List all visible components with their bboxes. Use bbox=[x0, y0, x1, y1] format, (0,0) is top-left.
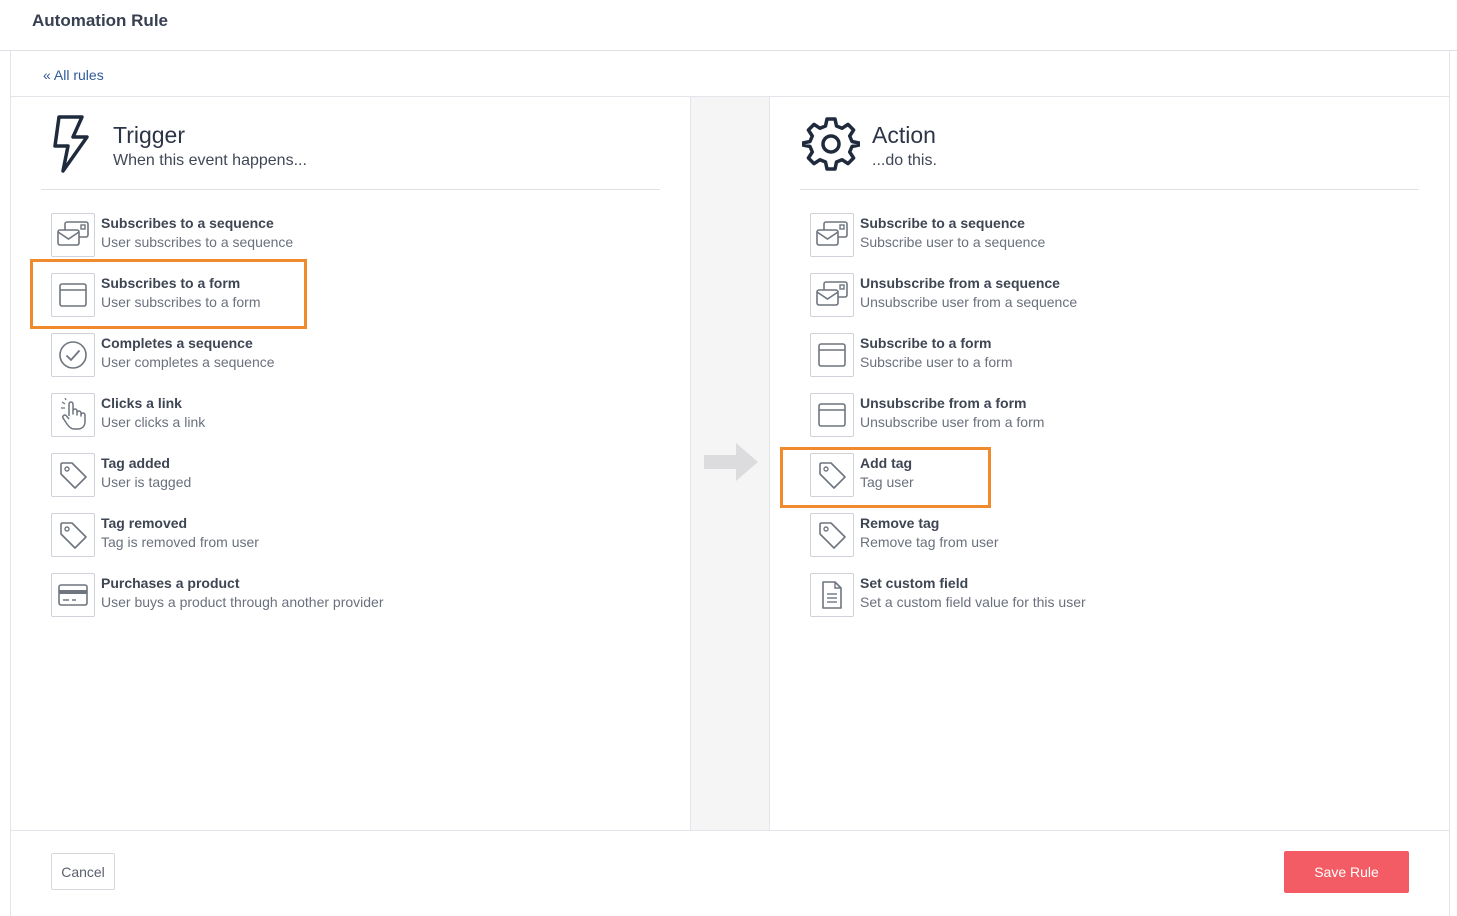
action-option-subscribe-form[interactable]: Subscribe to a form Subscribe user to a … bbox=[810, 333, 1330, 377]
option-desc: User subscribes to a sequence bbox=[101, 234, 294, 250]
document-icon bbox=[810, 573, 854, 617]
option-title: Add tag bbox=[860, 455, 913, 471]
option-desc: User is tagged bbox=[101, 474, 192, 490]
trigger-header: Trigger When this event happens... bbox=[41, 97, 660, 190]
action-header: Action ...do this. bbox=[800, 97, 1419, 190]
save-rule-button[interactable]: Save Rule bbox=[1284, 851, 1409, 893]
trigger-title: Trigger bbox=[113, 122, 185, 148]
credit-card-icon bbox=[51, 573, 95, 617]
option-desc: Tag is removed from user bbox=[101, 534, 259, 550]
option-title: Unsubscribe from a sequence bbox=[860, 275, 1060, 291]
option-desc: Subscribe user to a form bbox=[860, 354, 1013, 370]
action-option-unsubscribe-form[interactable]: Unsubscribe from a form Unsubscribe user… bbox=[810, 393, 1330, 437]
trigger-subtitle: When this event happens... bbox=[113, 152, 307, 169]
option-desc: User completes a sequence bbox=[101, 354, 275, 370]
tag-icon bbox=[810, 513, 854, 557]
option-desc: Tag user bbox=[860, 474, 914, 490]
lightning-bolt-icon bbox=[53, 115, 89, 173]
action-option-subscribe-sequence[interactable]: Subscribe to a sequence Subscribe user t… bbox=[810, 213, 1330, 257]
action-subtitle: ...do this. bbox=[872, 152, 937, 169]
tag-icon bbox=[51, 453, 95, 497]
option-title: Clicks a link bbox=[101, 395, 182, 411]
trigger-option-clicks-link[interactable]: Clicks a link User clicks a link bbox=[51, 393, 571, 437]
option-title: Remove tag bbox=[860, 515, 940, 531]
trigger-option-tag-removed[interactable]: Tag removed Tag is removed from user bbox=[51, 513, 571, 557]
form-window-icon bbox=[810, 333, 854, 377]
option-title: Purchases a product bbox=[101, 575, 240, 591]
option-desc: User clicks a link bbox=[101, 414, 206, 430]
option-title: Tag added bbox=[101, 455, 170, 471]
trigger-option-completes-sequence[interactable]: Completes a sequence User completes a se… bbox=[51, 333, 571, 377]
sequence-envelope-icon bbox=[810, 273, 854, 317]
flow-separator bbox=[690, 97, 770, 830]
sequence-envelope-icon bbox=[810, 213, 854, 257]
option-title: Subscribes to a sequence bbox=[101, 215, 274, 231]
arrow-right-icon bbox=[704, 443, 758, 481]
option-title: Completes a sequence bbox=[101, 335, 253, 351]
top-bar: Automation Rule bbox=[0, 0, 1457, 51]
option-desc: Remove tag from user bbox=[860, 534, 999, 550]
option-desc: User subscribes to a form bbox=[101, 294, 261, 310]
tag-icon bbox=[810, 453, 854, 497]
trigger-option-subscribes-sequence[interactable]: Subscribes to a sequence User subscribes… bbox=[51, 213, 571, 257]
footer-divider bbox=[11, 830, 1449, 831]
trigger-option-tag-added[interactable]: Tag added User is tagged bbox=[51, 453, 571, 497]
option-title: Tag removed bbox=[101, 515, 188, 531]
trigger-option-purchases-product[interactable]: Purchases a product User buys a product … bbox=[51, 573, 571, 617]
option-desc: Subscribe user to a sequence bbox=[860, 234, 1046, 250]
trigger-panel: Trigger When this event happens... bbox=[41, 97, 660, 190]
form-window-icon bbox=[810, 393, 854, 437]
action-title: Action bbox=[872, 122, 936, 148]
option-desc: User buys a product through another prov… bbox=[101, 594, 384, 610]
pointer-hand-icon bbox=[51, 393, 95, 437]
option-desc: Unsubscribe user from a sequence bbox=[860, 294, 1078, 310]
action-option-set-custom-field[interactable]: Set custom field Set a custom field valu… bbox=[810, 573, 1330, 617]
action-panel: Action ...do this. bbox=[800, 97, 1419, 190]
action-option-remove-tag[interactable]: Remove tag Remove tag from user bbox=[810, 513, 1330, 557]
sequence-envelope-icon bbox=[51, 213, 95, 257]
all-rules-link[interactable]: « All rules bbox=[43, 67, 104, 83]
action-option-add-tag[interactable]: Add tag Tag user bbox=[810, 453, 1330, 497]
tag-icon bbox=[51, 513, 95, 557]
trigger-option-subscribes-form[interactable]: Subscribes to a form User subscribes to … bbox=[51, 273, 571, 317]
option-title: Subscribes to a form bbox=[101, 275, 241, 291]
option-title: Set custom field bbox=[860, 575, 969, 591]
option-title: Subscribe to a sequence bbox=[860, 215, 1025, 231]
gear-icon bbox=[802, 117, 860, 171]
option-desc: Set a custom field value for this user bbox=[860, 594, 1086, 610]
option-title: Subscribe to a form bbox=[860, 335, 992, 351]
page-title: Automation Rule bbox=[32, 11, 168, 30]
form-window-icon bbox=[51, 273, 95, 317]
cancel-button[interactable]: Cancel bbox=[51, 853, 115, 890]
check-circle-icon bbox=[51, 333, 95, 377]
option-desc: Unsubscribe user from a form bbox=[860, 414, 1045, 430]
option-title: Unsubscribe from a form bbox=[860, 395, 1027, 411]
action-option-unsubscribe-sequence[interactable]: Unsubscribe from a sequence Unsubscribe … bbox=[810, 273, 1330, 317]
